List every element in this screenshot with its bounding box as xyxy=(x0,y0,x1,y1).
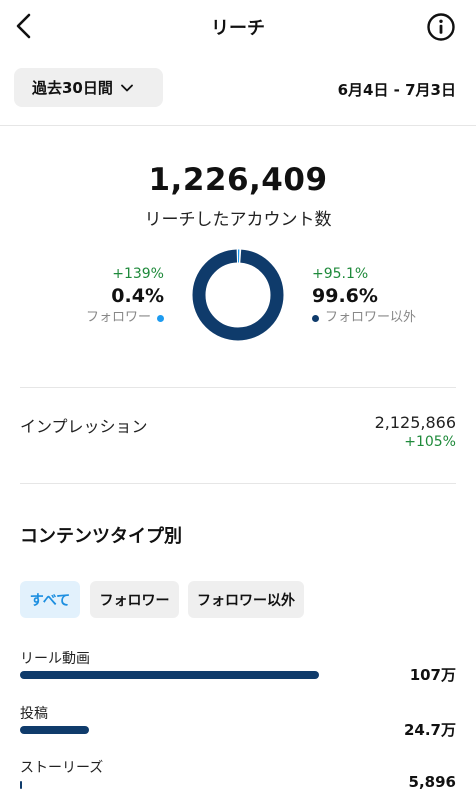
divider xyxy=(20,387,456,388)
filter-chip-followers[interactable]: フォロワー xyxy=(90,581,179,618)
content-type-bar-posts xyxy=(20,726,89,734)
date-range-text: 6月4日 - 7月3日 xyxy=(337,81,456,99)
top-navigation-bar: リーチ xyxy=(0,0,476,56)
followers-legend-dot xyxy=(157,314,164,322)
date-range-dropdown-label: 過去30日間 xyxy=(32,79,113,97)
non-followers-change: +95.1% xyxy=(312,266,369,282)
date-range-dropdown[interactable]: 過去30日間 xyxy=(14,68,163,107)
content-type-value-stories: 5,896 xyxy=(408,773,456,791)
non-followers-legend-label: フォロワー以外 xyxy=(325,310,417,325)
audience-donut-chart xyxy=(192,249,284,341)
impressions-label: インプレッション xyxy=(20,417,148,436)
content-type-label-stories: ストーリーズ xyxy=(20,760,104,776)
impressions-change: +105% xyxy=(404,434,456,450)
filter-chip-non-followers[interactable]: フォロワー以外 xyxy=(188,581,304,618)
content-type-bar-reels xyxy=(20,671,319,679)
followers-stat: +139% 0.4% フォロワー xyxy=(86,265,164,327)
non-followers-legend-dot xyxy=(312,314,319,322)
non-followers-percent: 99.6% xyxy=(312,285,378,307)
content-type-label-posts: 投稿 xyxy=(20,706,48,722)
info-circle-icon xyxy=(427,13,455,41)
content-type-title: コンテンツタイプ別 xyxy=(20,526,182,547)
content-type-bar-stories xyxy=(20,781,22,789)
content-type-label-reels: リール動画 xyxy=(20,651,90,667)
divider xyxy=(0,125,476,126)
non-followers-stat: +95.1% 99.6% フォロワー以外 xyxy=(312,265,416,327)
divider xyxy=(20,483,456,484)
content-type-value-posts: 24.7万 xyxy=(403,721,456,739)
content-type-value-reels: 107万 xyxy=(409,666,456,684)
followers-legend-label: フォロワー xyxy=(85,310,151,325)
accounts-reached-value: 1,226,409 xyxy=(148,162,328,198)
filter-chip-all[interactable]: すべて xyxy=(20,581,80,618)
followers-percent: 0.4% xyxy=(111,285,164,307)
page-title: リーチ xyxy=(211,18,265,39)
donut-segment-non-followers xyxy=(192,249,284,341)
impressions-value: 2,125,866 xyxy=(374,413,456,432)
chevron-down-icon xyxy=(120,84,133,91)
info-button[interactable] xyxy=(426,12,456,42)
accounts-reached-label: リーチしたアカウント数 xyxy=(144,210,332,230)
followers-change: +139% xyxy=(112,266,164,282)
